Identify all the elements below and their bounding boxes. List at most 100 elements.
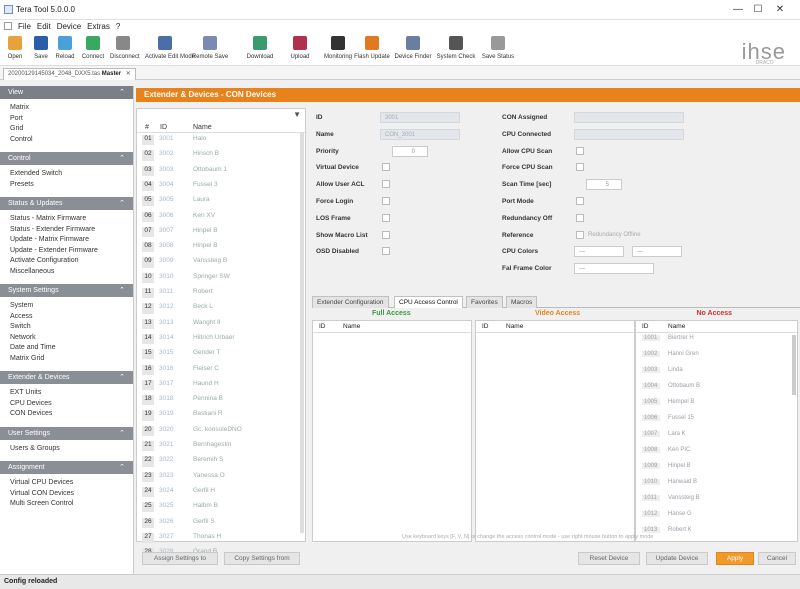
sidebar-item-network[interactable]: Network <box>0 333 133 344</box>
field-name[interactable]: CON_3001 <box>380 128 460 140</box>
sidebar-item-status-matrix-firmware[interactable]: Status - Matrix Firmware <box>0 214 133 225</box>
sidebar-item-date-and-time[interactable]: Date and Time <box>0 343 133 354</box>
table-row[interactable]: 22 3022 Beremih S <box>137 456 303 467</box>
access-row[interactable]: 1002 Hanni Gren <box>636 351 797 362</box>
sidebar-item-control[interactable]: Control <box>0 135 133 146</box>
table-row[interactable]: 02 3002 Hinsch B <box>137 150 303 161</box>
col-id-header[interactable]: ID <box>482 321 489 333</box>
toolbar-download-button[interactable]: Download <box>240 36 280 60</box>
table-row[interactable]: 13 3013 Wanght II <box>137 318 303 329</box>
toolbar-activate-edit-mode-button[interactable]: Activate Edit Mode <box>145 36 195 60</box>
col-name-header[interactable]: Name <box>506 321 523 333</box>
apply-button[interactable]: Apply <box>716 552 754 565</box>
checkbox-los-frame[interactable] <box>382 213 390 222</box>
reset-device-button[interactable]: Reset Device <box>578 552 640 565</box>
toolbar-flash-update-button[interactable]: Flash Update <box>352 36 392 60</box>
field-con-assigned[interactable] <box>574 112 684 123</box>
sidebar-header-user-settings[interactable]: User Settings ⌃ <box>0 426 133 440</box>
table-row[interactable]: 08 3008 Hinpel B <box>137 242 303 253</box>
dropdown-fal-frame-color[interactable]: — <box>574 263 654 275</box>
chevron-up-icon[interactable]: ⌃ <box>119 371 125 384</box>
chevron-up-icon[interactable]: ⌃ <box>119 427 125 440</box>
toolbar-upload-button[interactable]: Upload <box>280 36 320 60</box>
tab-close-icon[interactable]: ✕ <box>126 71 131 77</box>
stepper-priority[interactable]: 0 <box>392 145 428 157</box>
sidebar-item-matrix[interactable]: Matrix <box>0 103 133 114</box>
document-tab[interactable]: 20200129145034_2048_DXX5.tas Master ✕ <box>3 68 136 80</box>
copy-settings-button[interactable]: Copy Settings from <box>224 552 300 565</box>
table-row[interactable]: 03 3003 Ottobaum 1 <box>137 165 303 176</box>
table-row[interactable]: 21 3021 Bernhagestin <box>137 441 303 452</box>
toolbar-save-status-button[interactable]: Save Status <box>478 36 518 60</box>
sidebar-item-con-devices[interactable]: CON Devices <box>0 409 133 420</box>
checkbox-show-macro-list[interactable] <box>382 230 390 239</box>
sidebar-item-matrix-grid[interactable]: Matrix Grid <box>0 354 133 365</box>
sidebar-header-view[interactable]: View ⌃ <box>0 86 133 99</box>
sidebar-item-miscellaneous[interactable]: Miscellaneous <box>0 267 133 278</box>
table-row[interactable]: 11 3011 Robert <box>137 288 303 299</box>
tab-macros[interactable]: Macros <box>506 296 538 308</box>
table-row[interactable]: 15 3015 Gender T <box>137 349 303 360</box>
sidebar-item-update-matrix-firmware[interactable]: Update - Matrix Firmware <box>0 235 133 246</box>
menu-file[interactable]: File <box>18 22 31 31</box>
chevron-up-icon[interactable]: ⌃ <box>119 197 125 210</box>
checkbox-redundancy-off[interactable] <box>576 213 584 222</box>
access-row[interactable]: 1012 Hanse G <box>636 511 797 522</box>
toolbar-device-finder-button[interactable]: Device Finder <box>393 36 433 60</box>
chevron-up-icon[interactable]: ⌃ <box>119 284 125 297</box>
toolbar-reload-button[interactable]: Reload <box>52 36 78 60</box>
access-row[interactable]: 1007 Lara K <box>636 431 797 442</box>
access-row[interactable]: 1005 Hempel B <box>636 399 797 410</box>
tab-cpu-access-control[interactable]: CPU Access Control <box>394 296 463 308</box>
sidebar-item-grid[interactable]: Grid <box>0 124 133 135</box>
checkbox-port-mode[interactable] <box>576 197 584 205</box>
access-row[interactable]: 1003 Linda <box>636 367 797 378</box>
access-row[interactable]: 1001 Biertrer H <box>636 335 797 346</box>
access-row[interactable]: 1011 Vanssteig B <box>636 495 797 506</box>
toolbar-open-button[interactable]: Open <box>2 36 28 60</box>
checkbox-force-cpu-scan[interactable] <box>576 163 584 172</box>
tab-favorites[interactable]: Favorites <box>466 296 503 308</box>
sidebar-item-port[interactable]: Port <box>0 114 133 125</box>
table-row[interactable]: 27 3027 Thonas H <box>137 532 303 544</box>
checkbox-osd-disabled[interactable] <box>382 247 390 256</box>
sidebar-item-access[interactable]: Access <box>0 312 133 323</box>
table-row[interactable]: 20 3020 Gc. konsoleDNO <box>137 425 303 436</box>
table-row[interactable]: 09 3009 Vanssteig B <box>137 257 303 268</box>
table-row[interactable]: 07 3007 Hinpel B <box>137 226 303 238</box>
table-row[interactable]: 24 3024 Gerfil H <box>137 486 303 498</box>
sidebar-item-virtual-cpu-devices[interactable]: Virtual CPU Devices <box>0 478 133 489</box>
col-name-header[interactable]: Name <box>193 124 212 131</box>
table-row[interactable]: 25 3025 Halbm B <box>137 502 303 513</box>
sidebar-header-system-settings[interactable]: System Settings ⌃ <box>0 284 133 297</box>
table-row[interactable]: 04 3004 Fussel 3 <box>137 180 303 192</box>
toolbar-remote-save-button[interactable]: Remote Save <box>190 36 230 60</box>
sidebar-item-virtual-con-devices[interactable]: Virtual CON Devices <box>0 489 133 500</box>
filter-icon[interactable]: ▼ <box>293 110 301 119</box>
toolbar-save-button[interactable]: Save <box>28 36 54 60</box>
table-row[interactable]: 10 3010 Springer SW <box>137 272 303 283</box>
sidebar-item-cpu-devices[interactable]: CPU Devices <box>0 399 133 410</box>
sidebar-item-extended-switch[interactable]: Extended Switch <box>0 169 133 180</box>
menu-[interactable]: ? <box>116 22 120 31</box>
app-menu-icon[interactable] <box>4 22 12 30</box>
sidebar-header-extender-devices[interactable]: Extender & Devices ⌃ <box>0 371 133 384</box>
table-row[interactable]: 26 3026 Gerfil S <box>137 517 303 528</box>
table-row[interactable]: 01 3001 Halo <box>137 135 303 146</box>
checkbox-force-login[interactable] <box>382 197 390 205</box>
sidebar-item-presets[interactable]: Presets <box>0 180 133 191</box>
access-row[interactable]: 1008 Ken PIC <box>636 447 797 458</box>
access-row[interactable]: 1006 Fussel 15 <box>636 415 797 426</box>
checkbox-reference[interactable] <box>576 230 584 239</box>
checkbox-virtual-device[interactable] <box>382 163 390 172</box>
toolbar-disconnect-button[interactable]: Disconnect <box>110 36 140 60</box>
sidebar-item-update-extender-firmware[interactable]: Update - Extender Firmware <box>0 246 133 257</box>
sidebar-item-users-groups[interactable]: Users & Groups <box>0 444 133 455</box>
tab-extender-configuration[interactable]: Extender Configuration <box>312 296 389 308</box>
field-id[interactable]: 3001 <box>380 112 460 123</box>
sidebar-header-status-updates[interactable]: Status & Updates ⌃ <box>0 197 133 210</box>
stepper-scan-time-sec[interactable]: 5 <box>586 179 622 191</box>
access-row[interactable]: 1004 Ottobaum B <box>636 383 797 394</box>
table-row[interactable]: 23 3023 Yanessa O <box>137 471 303 482</box>
table-row[interactable]: 17 3017 Haund H <box>137 379 303 391</box>
